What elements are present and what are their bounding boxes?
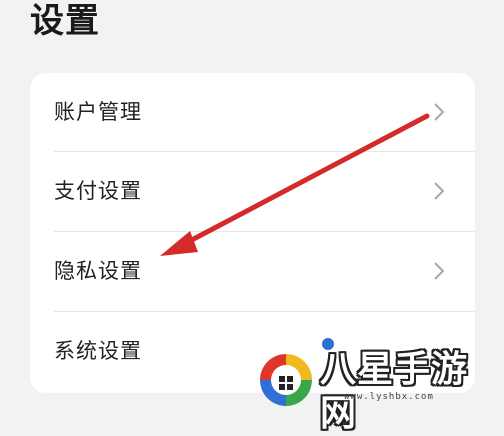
chevron-right-icon	[434, 262, 445, 280]
settings-item-account-management[interactable]: 账户管理	[30, 73, 475, 151]
chevron-right-icon	[434, 182, 445, 200]
settings-item-payment-settings[interactable]: 支付设置	[30, 152, 475, 230]
settings-item-label: 账户管理	[54, 100, 142, 124]
watermark-url: www.lyshbx.com	[344, 392, 434, 402]
chevron-right-icon	[434, 103, 445, 121]
settings-item-label: 系统设置	[54, 339, 142, 363]
settings-item-privacy-settings[interactable]: 隐私设置	[30, 232, 475, 310]
settings-card: 账户管理 支付设置 隐私设置 系统设置	[30, 73, 475, 393]
settings-item-label: 支付设置	[54, 179, 142, 203]
settings-item-system-settings[interactable]: 系统设置	[30, 312, 475, 390]
page-title: 设置	[30, 1, 100, 41]
settings-item-label: 隐私设置	[54, 259, 142, 283]
